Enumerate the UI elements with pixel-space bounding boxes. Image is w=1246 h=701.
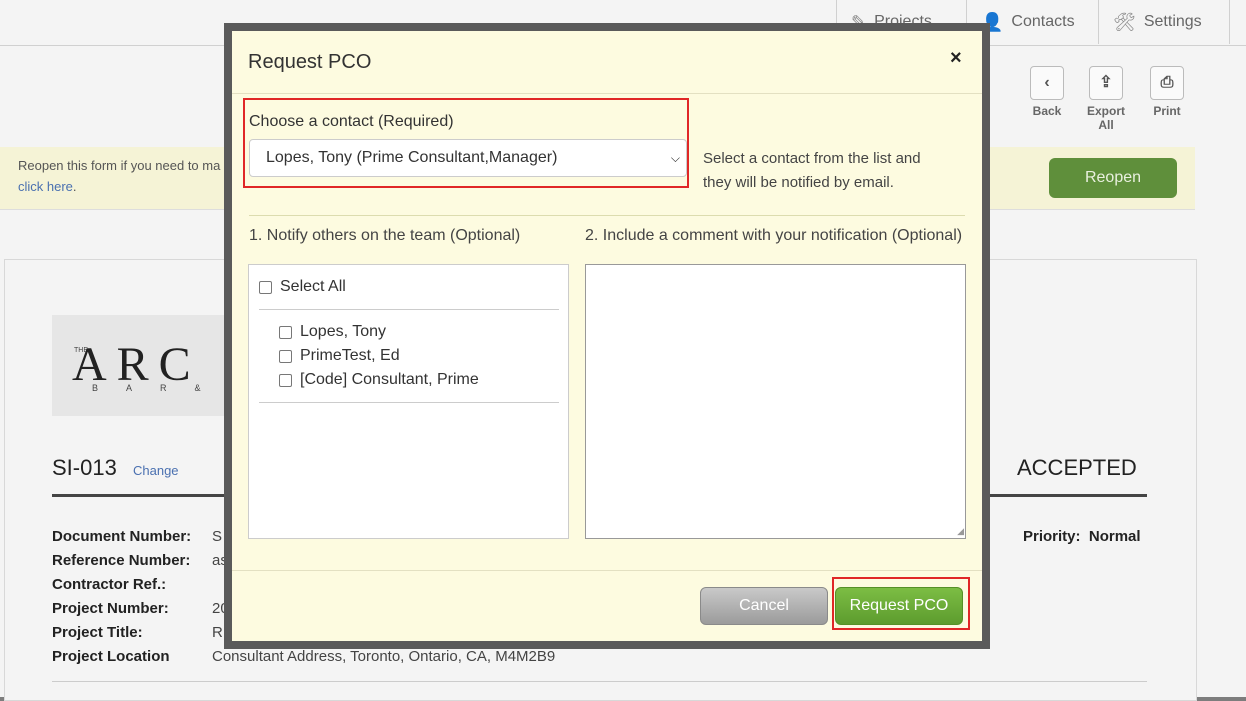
modal-header: Request PCO ×: [232, 31, 982, 94]
divider: [259, 402, 559, 403]
divider: [259, 309, 559, 310]
comment-textarea[interactable]: ◢: [585, 264, 966, 539]
modal-title: Request PCO: [248, 51, 372, 73]
cancel-button[interactable]: Cancel: [700, 587, 828, 625]
contact-hint: Select a contact from the list and they …: [703, 150, 921, 191]
select-all-checkbox[interactable]: Select All: [259, 278, 346, 296]
checkbox-icon: [279, 349, 292, 363]
team-member-label: [Code] Consultant, Prime: [300, 371, 479, 388]
team-member-label: Lopes, Tony: [300, 323, 386, 340]
chevron-down-icon: ⌵: [670, 151, 680, 165]
divider: [249, 215, 965, 216]
request-pco-dialog: Request PCO × Choose a contact (Required…: [232, 31, 982, 641]
contact-selected-value: Lopes, Tony (Prime Consultant,Manager): [266, 149, 558, 166]
modal-footer-divider: [232, 570, 982, 571]
team-member-checkbox[interactable]: [Code] Consultant, Prime: [279, 371, 479, 389]
contact-label: Choose a contact (Required): [249, 113, 454, 130]
select-all-label: Select All: [280, 278, 346, 295]
team-member-checkbox[interactable]: Lopes, Tony: [279, 323, 386, 341]
checkbox-icon: [259, 280, 272, 294]
checkbox-icon: [279, 325, 292, 339]
checkbox-icon: [279, 373, 292, 387]
close-icon[interactable]: ×: [950, 47, 962, 70]
resize-handle-icon[interactable]: ◢: [957, 526, 964, 537]
team-list: Select All Lopes, Tony PrimeTest, Ed [Co…: [248, 264, 569, 539]
request-pco-button[interactable]: Request PCO: [835, 587, 963, 625]
team-member-label: PrimeTest, Ed: [300, 347, 400, 364]
team-member-checkbox[interactable]: PrimeTest, Ed: [279, 347, 400, 365]
contact-select[interactable]: Lopes, Tony (Prime Consultant,Manager) ⌵: [249, 139, 687, 177]
comment-label: 2. Include a comment with your notificat…: [585, 227, 963, 244]
notify-label: 1. Notify others on the team (Optional): [249, 227, 521, 244]
